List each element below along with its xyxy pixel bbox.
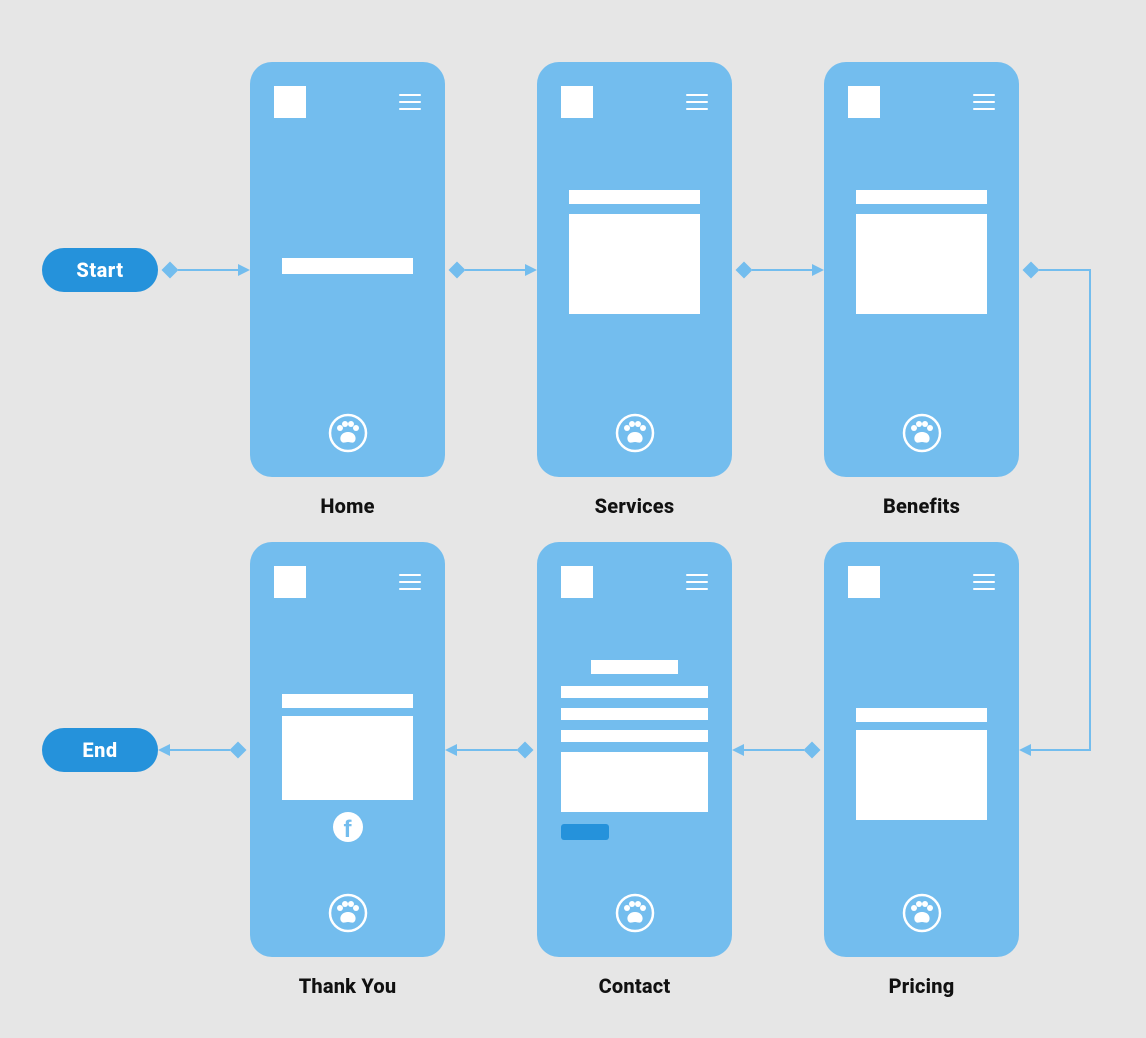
wireframe-submit-button[interactable]: [561, 824, 609, 840]
wireframe-box: [282, 716, 413, 800]
hamburger-icon[interactable]: [399, 574, 421, 590]
screen-home-content: [274, 140, 421, 399]
connector-start-home: [162, 262, 250, 279]
hamburger-icon[interactable]: [686, 574, 708, 590]
connector-contact-thankyou: [445, 742, 533, 759]
screen-pricing-content: [848, 620, 995, 879]
screen-home-label: Home: [250, 494, 445, 518]
screen-services-content: [561, 140, 708, 399]
paw-icon: [615, 893, 655, 933]
hamburger-icon[interactable]: [686, 94, 708, 110]
screen-contact-label: Contact: [537, 974, 732, 998]
paw-icon: [328, 413, 368, 453]
connector-thankyou-end: [158, 742, 246, 759]
paw-icon: [902, 893, 942, 933]
wireframe-box: [856, 730, 987, 820]
screen-services: [537, 62, 732, 477]
facebook-icon[interactable]: f: [333, 812, 363, 842]
screen-services-label: Services: [537, 494, 732, 518]
logo-placeholder: [848, 566, 880, 598]
wireframe-textarea: [561, 752, 708, 812]
screen-thankyou: f: [250, 542, 445, 957]
logo-placeholder: [561, 566, 593, 598]
screen-pricing: [824, 542, 1019, 957]
wireframe-heading: [591, 660, 678, 674]
logo-placeholder: [274, 566, 306, 598]
screen-thankyou-label: Thank You: [250, 974, 445, 998]
screen-contact-content: [561, 620, 708, 879]
screen-benefits: [824, 62, 1019, 477]
logo-placeholder: [561, 86, 593, 118]
wireframe-box: [569, 214, 700, 314]
hamburger-icon[interactable]: [399, 94, 421, 110]
end-label: End: [82, 738, 117, 762]
paw-icon: [902, 413, 942, 453]
wireframe-bar: [569, 190, 700, 204]
connector-benefits-pricing: [1019, 262, 1090, 756]
wireframe-input: [561, 686, 708, 698]
start-label: Start: [76, 258, 123, 282]
end-node: End: [42, 728, 158, 772]
screen-benefits-label: Benefits: [824, 494, 1019, 518]
screen-pricing-label: Pricing: [824, 974, 1019, 998]
wireframe-input: [561, 708, 708, 720]
wireframe-box: [856, 214, 987, 314]
wireframe-bar: [282, 694, 413, 708]
wireframe-input: [561, 730, 708, 742]
connector-services-benefits: [736, 262, 824, 279]
screen-benefits-content: [848, 140, 995, 399]
paw-icon: [615, 413, 655, 453]
start-node: Start: [42, 248, 158, 292]
connector-home-services: [449, 262, 537, 279]
logo-placeholder: [848, 86, 880, 118]
wireframe-bar: [856, 190, 987, 204]
screen-thankyou-content: f: [274, 620, 421, 879]
screen-contact: [537, 542, 732, 957]
logo-placeholder: [274, 86, 306, 118]
wireframe-bar: [282, 258, 413, 274]
screen-home: [250, 62, 445, 477]
paw-icon: [328, 893, 368, 933]
wireframe-bar: [856, 708, 987, 722]
connector-pricing-contact: [732, 742, 820, 759]
hamburger-icon[interactable]: [973, 94, 995, 110]
hamburger-icon[interactable]: [973, 574, 995, 590]
